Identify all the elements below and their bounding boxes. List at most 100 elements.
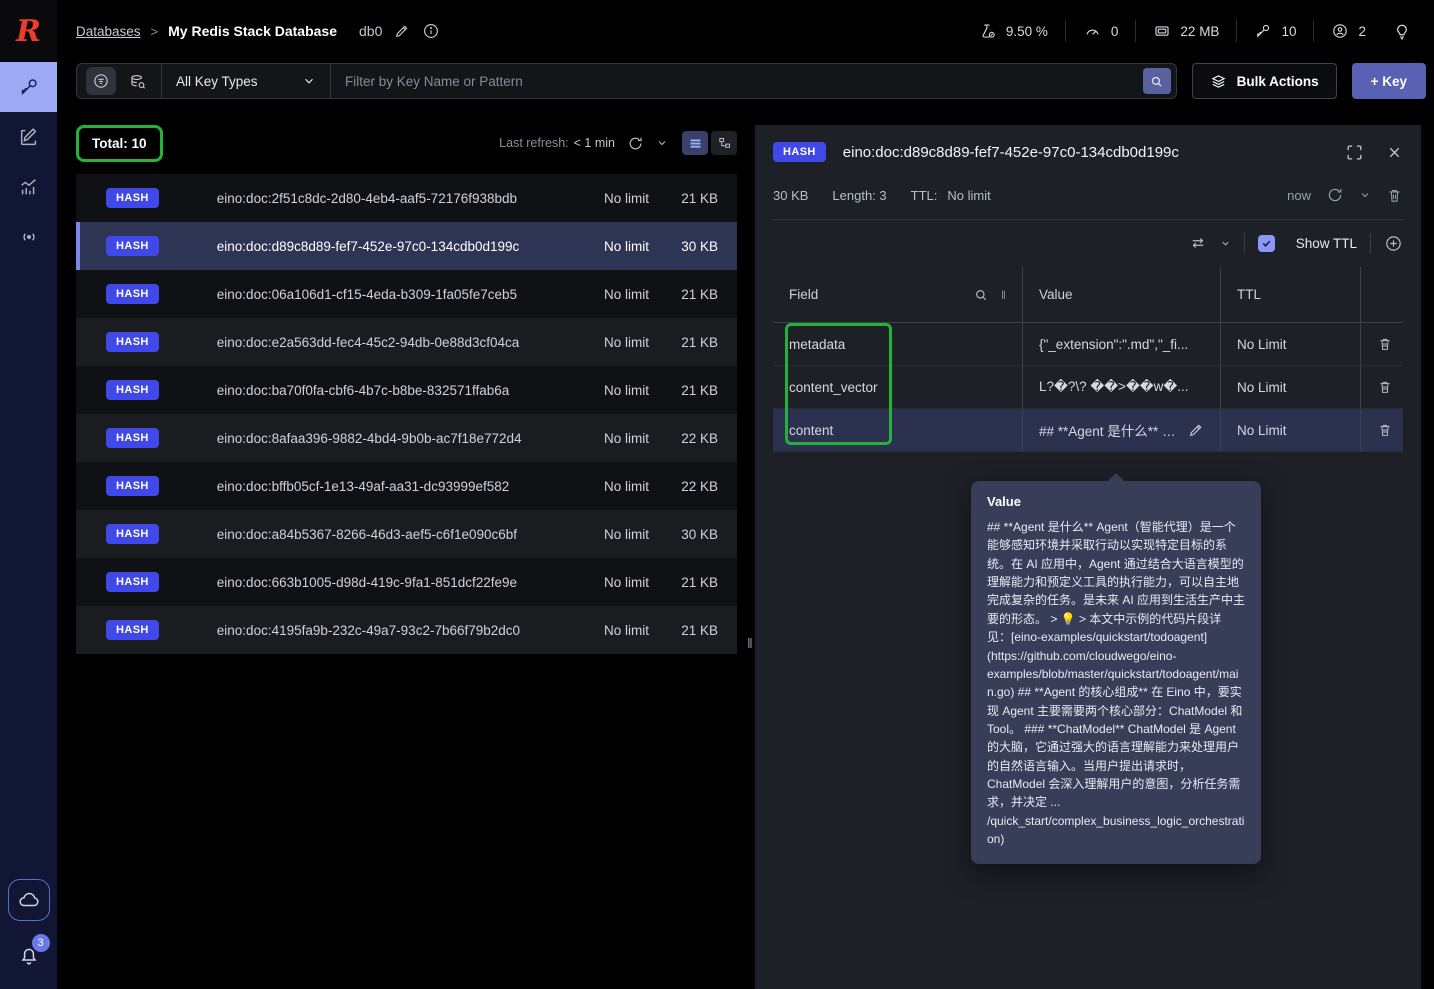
key-size: 22 KB [681, 478, 718, 494]
format-chevron-icon[interactable] [1220, 238, 1231, 249]
resize-handle-icon: ‖ [747, 635, 754, 651]
layers-icon [1210, 73, 1227, 90]
apply-search-button[interactable] [1142, 68, 1171, 94]
add-field-icon[interactable] [1384, 234, 1403, 253]
key-type-badge: HASH [106, 572, 159, 592]
total-keys-icon [1254, 22, 1272, 40]
key-ttl: No limit [603, 574, 649, 590]
key-type-badge: HASH [106, 284, 159, 304]
detail-refresh-chevron-icon[interactable] [1359, 189, 1371, 201]
value-column-header: Value [1039, 287, 1073, 302]
scan-mode-button[interactable] [122, 67, 152, 95]
field-row[interactable]: content ## **Agent 是什么** A... No Limit [773, 409, 1403, 452]
search-icon [1149, 74, 1164, 89]
connected-clients-icon [1331, 22, 1349, 40]
detail-key-size: 30 KB [773, 187, 809, 203]
detail-refresh-icon[interactable] [1326, 186, 1344, 204]
insights-lightbulb-icon[interactable] [1392, 21, 1412, 41]
memory-icon [1153, 22, 1171, 40]
key-list-row[interactable]: HASH eino:doc:8afaa396-9882-4bd4-9b0b-ac… [76, 414, 737, 462]
cpu-usage-value: 9.50 % [1005, 23, 1048, 39]
bulk-actions-button[interactable]: Bulk Actions [1191, 63, 1337, 99]
sidebar-item-pubsub[interactable] [0, 212, 57, 262]
sidebar-item-workbench[interactable] [0, 112, 57, 162]
key-ttl: No limit [603, 478, 649, 494]
chevron-down-icon [302, 74, 316, 88]
delete-key-icon[interactable] [1386, 187, 1403, 204]
redis-logo[interactable]: R [0, 0, 57, 62]
key-list-body: HASH eino:doc:2f51c8dc-2d80-4eb4-aaf5-72… [76, 174, 737, 654]
field-value: ## **Agent 是什么** A... [1039, 424, 1180, 439]
refresh-keys-icon[interactable] [627, 135, 644, 152]
show-ttl-checkbox[interactable] [1257, 234, 1275, 252]
app-sidebar: R 3 [0, 0, 57, 989]
refresh-options-chevron-icon[interactable] [656, 137, 668, 149]
key-name: eino:doc:06a106d1-cf15-4eda-b309-1fa05fe… [216, 286, 518, 302]
key-name: eino:doc:d89c8d89-fef7-452e-97c0-134cdb0… [216, 238, 520, 254]
key-ttl: No limit [603, 382, 649, 398]
panel-resizer[interactable]: ‖ [747, 108, 755, 989]
key-ttl: No limit [603, 526, 649, 542]
key-size: 21 KB [681, 574, 718, 590]
key-ttl: No limit [603, 622, 649, 638]
memory-value: 22 MB [1180, 23, 1220, 39]
database-info-icon[interactable] [422, 22, 440, 40]
close-icon[interactable] [1386, 144, 1403, 161]
add-key-button[interactable]: + Key [1351, 63, 1426, 99]
key-list-row[interactable]: HASH eino:doc:2f51c8dc-2d80-4eb4-aaf5-72… [76, 174, 737, 222]
edit-square-icon [18, 126, 40, 148]
key-size: 21 KB [681, 622, 718, 638]
commands-stat: 0 [1083, 22, 1118, 41]
memory-stat: 22 MB [1153, 22, 1219, 40]
delete-field-icon[interactable] [1377, 422, 1393, 438]
redis-logo-icon: R [16, 13, 41, 49]
tooltip-caret [1107, 473, 1125, 482]
tree-view-button[interactable] [711, 131, 737, 155]
fields-table-body: metadata {"_extension":".md","_fi... No … [773, 323, 1403, 452]
field-search-icon[interactable] [973, 287, 989, 303]
key-list-row[interactable]: HASH eino:doc:a84b5367-8266-46d3-aef5-c6… [76, 510, 737, 558]
edit-database-alias-icon[interactable] [394, 23, 410, 39]
key-list-row[interactable]: HASH eino:doc:bffb05cf-1e13-49af-aa31-dc… [76, 462, 737, 510]
key-type-filter-select[interactable]: All Key Types [162, 74, 330, 89]
key-ttl: No limit [603, 190, 649, 206]
key-list-row[interactable]: HASH eino:doc:ba70f0fa-cbf6-4b7c-b8be-83… [76, 366, 737, 414]
tooltip-title: Value [987, 494, 1021, 509]
delete-field-icon[interactable] [1377, 379, 1393, 395]
key-list-row[interactable]: HASH eino:doc:663b1005-d98d-419c-9fa1-85… [76, 558, 737, 606]
field-row[interactable]: metadata {"_extension":".md","_fi... No … [773, 323, 1403, 366]
expand-icon[interactable] [1345, 143, 1364, 162]
cloud-button[interactable] [7, 879, 50, 921]
sidebar-item-browser[interactable] [0, 62, 57, 112]
key-details-panel: HASH eino:doc:d89c8d89-fef7-452e-97c0-13… [755, 125, 1421, 989]
detail-ttl-value[interactable]: No limit [947, 188, 990, 203]
key-name: eino:doc:663b1005-d98d-419c-9fa1-851dcf2… [216, 574, 518, 590]
edit-value-icon[interactable] [1180, 422, 1204, 438]
delete-field-icon[interactable] [1377, 336, 1393, 352]
list-view-icon [688, 136, 703, 151]
notifications-badge: 3 [31, 934, 50, 952]
key-search-input[interactable] [331, 73, 1143, 89]
database-stats: 9.50 % 0 22 MB 10 2 [979, 20, 1366, 42]
notifications-bell[interactable]: 3 [17, 934, 50, 967]
sidebar-item-analytics[interactable] [0, 162, 57, 212]
key-list-row[interactable]: HASH eino:doc:e2a563dd-fec4-45c2-94db-0e… [76, 318, 737, 366]
key-list-row[interactable]: HASH eino:doc:4195fa9b-232c-49a7-93c2-7b… [76, 606, 737, 654]
last-refresh-label: Last refresh: [499, 136, 569, 150]
breadcrumb-databases-link[interactable]: Databases [76, 24, 141, 39]
key-name: eino:doc:bffb05cf-1e13-49af-aa31-dc93999… [216, 478, 510, 494]
cloud-icon [17, 888, 41, 912]
hash-fields-table: Field ‖ Value TTL metadata {"_extension"… [773, 267, 1403, 452]
filter-mode-button[interactable] [86, 67, 116, 95]
key-type-badge: HASH [106, 524, 159, 544]
scan-keys-icon [128, 72, 147, 91]
column-resize-handle[interactable]: ‖ [1001, 288, 1006, 302]
key-list-row[interactable]: HASH eino:doc:06a106d1-cf15-4eda-b309-1f… [76, 270, 737, 318]
tooltip-body: ## **Agent 是什么** Agent（智能代理）是一个能够感知环境并采取… [987, 520, 1246, 847]
key-name: eino:doc:ba70f0fa-cbf6-4b7c-b8be-832571f… [216, 382, 510, 398]
key-list-row[interactable]: HASH eino:doc:d89c8d89-fef7-452e-97c0-13… [76, 222, 737, 270]
list-view-button[interactable] [682, 131, 708, 155]
key-name: eino:doc:e2a563dd-fec4-45c2-94db-0e88d3c… [216, 334, 520, 350]
format-selector-icon[interactable] [1189, 234, 1207, 252]
field-row[interactable]: content_vector L?�?\? ��>��w�... No Limi… [773, 366, 1403, 409]
